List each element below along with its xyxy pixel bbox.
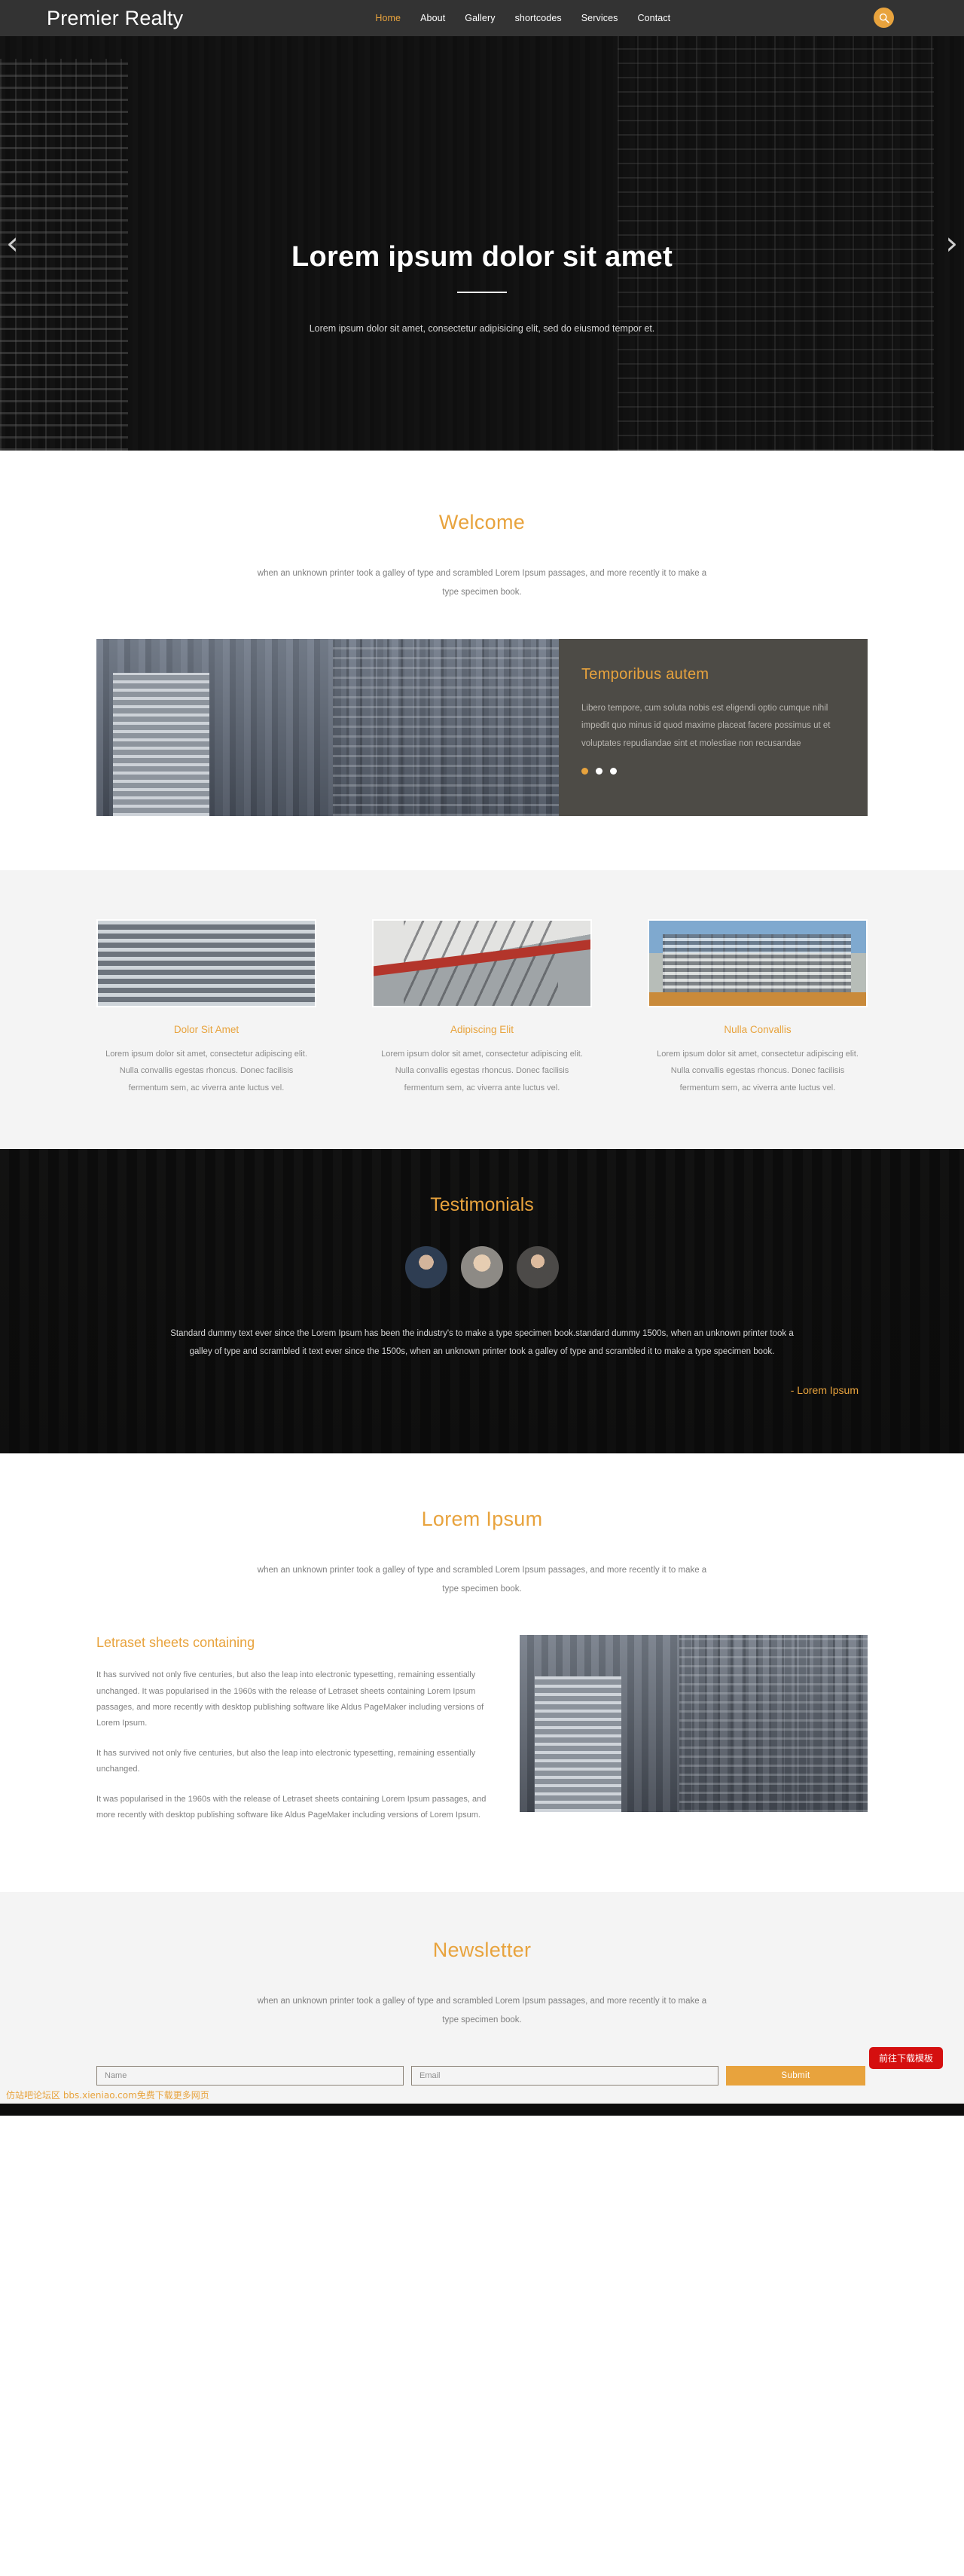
testimonial-avatars: [0, 1246, 964, 1289]
lorem-lead: when an unknown printer took a galley of…: [257, 1565, 707, 1594]
testimonials-section: Testimonials Standard dummy text ever si…: [0, 1149, 964, 1453]
nav-item-shortcodes[interactable]: shortcodes: [515, 13, 562, 23]
newsletter-section: Newsletter when an unknown printer took …: [0, 1891, 964, 2104]
welcome-section: Welcome when an unknown printer took a g…: [0, 451, 964, 603]
hero-subtitle: Lorem ipsum dolor sit amet, consectetur …: [309, 323, 655, 334]
hero-slider: ‹ › Lorem ipsum dolor sit amet Lorem ips…: [0, 36, 964, 451]
card-item[interactable]: Nulla Convallis Lorem ipsum dolor sit am…: [648, 918, 868, 1097]
testimonial-author: - Lorem Ipsum: [790, 1383, 859, 1396]
newsletter-lead: when an unknown printer took a galley of…: [257, 1996, 707, 2024]
card-item[interactable]: Adipiscing Elit Lorem ipsum dolor sit am…: [372, 918, 592, 1097]
newsletter-email-input[interactable]: [411, 2066, 718, 2086]
feature-panel-body: Temporibus autem Libero tempore, cum sol…: [559, 638, 868, 816]
brand-logo[interactable]: Premier Realty: [47, 7, 183, 30]
nav-item-services[interactable]: Services: [581, 13, 618, 23]
card-title: Nulla Convallis: [724, 1023, 792, 1035]
feature-panel-dots: [581, 768, 842, 775]
card-text: Lorem ipsum dolor sit amet, consectetur …: [381, 1049, 583, 1092]
hero-title: Lorem ipsum dolor sit amet: [291, 241, 673, 273]
card-text: Lorem ipsum dolor sit amet, consectetur …: [105, 1049, 307, 1092]
letraset-image: [520, 1635, 868, 1813]
card-title: Adipiscing Elit: [450, 1023, 514, 1035]
lorem-title: Lorem Ipsum: [421, 1507, 543, 1530]
hero-divider: [457, 292, 507, 293]
carousel-dot-2[interactable]: [596, 768, 602, 775]
nav-item-home[interactable]: Home: [375, 13, 401, 23]
letraset-title: Letraset sheets containing: [96, 1635, 255, 1651]
carousel-dot-3[interactable]: [610, 768, 617, 775]
letraset-text-column: Letraset sheets containing It has surviv…: [96, 1635, 488, 1838]
lorem-section: Lorem Ipsum when an unknown printer took…: [0, 1453, 964, 1892]
nav-item-gallery[interactable]: Gallery: [465, 13, 495, 23]
slider-prev-arrow-icon[interactable]: ‹: [6, 228, 19, 259]
card-title: Dolor Sit Amet: [173, 1023, 239, 1035]
letraset-row: Letraset sheets containing It has surviv…: [96, 1635, 868, 1892]
card-image: [372, 918, 592, 1007]
avatar-woman-dark-hair[interactable]: [517, 1246, 559, 1289]
site-header: Premier Realty Home About Gallery shortc…: [0, 0, 964, 36]
avatar-woman-blonde[interactable]: [461, 1246, 503, 1289]
letraset-paragraph: It has survived not only five centuries,…: [96, 1670, 484, 1728]
card-image: [648, 918, 868, 1007]
feature-panel-text: Libero tempore, cum soluta nobis est eli…: [581, 703, 831, 748]
newsletter-submit-button[interactable]: Submit: [726, 2066, 865, 2086]
letraset-paragraph: It was popularised in the 1960s with the…: [96, 1794, 487, 1820]
main-navigation: Home About Gallery shortcodes Services C…: [375, 13, 670, 23]
hero-content: Lorem ipsum dolor sit amet Lorem ipsum d…: [0, 36, 964, 338]
welcome-title: Welcome: [438, 511, 526, 533]
cards-section: Dolor Sit Amet Lorem ipsum dolor sit ame…: [0, 869, 964, 1150]
feature-panel-image: [96, 638, 559, 816]
cards-row: Dolor Sit Amet Lorem ipsum dolor sit ame…: [96, 918, 868, 1097]
slider-next-arrow-icon[interactable]: ›: [945, 228, 958, 259]
newsletter-title: Newsletter: [432, 1938, 532, 1961]
welcome-lead: when an unknown printer took a galley of…: [257, 569, 707, 597]
newsletter-form: Submit: [96, 2066, 868, 2104]
nav-item-contact[interactable]: Contact: [637, 13, 670, 23]
search-button[interactable]: [874, 8, 894, 28]
testimonials-title: Testimonials: [430, 1194, 534, 1216]
nav-item-about[interactable]: About: [420, 13, 445, 23]
testimonial-quote: Standard dummy text ever since the Lorem…: [170, 1329, 794, 1357]
card-image: [96, 918, 316, 1007]
card-text: Lorem ipsum dolor sit amet, consectetur …: [657, 1049, 859, 1092]
download-template-badge[interactable]: 前往下载模板: [868, 2047, 943, 2070]
letraset-paragraph: It has survived not only five centuries,…: [96, 1748, 476, 1774]
feature-panel: Temporibus autem Libero tempore, cum sol…: [96, 638, 868, 816]
search-icon: [879, 13, 889, 23]
carousel-dot-1[interactable]: [581, 768, 588, 775]
site-watermark: 仿站吧论坛区 bbs.xieniao.com免费下载更多网页: [6, 2090, 209, 2101]
feature-panel-title: Temporibus autem: [581, 665, 709, 683]
card-item[interactable]: Dolor Sit Amet Lorem ipsum dolor sit ame…: [96, 918, 316, 1097]
newsletter-name-input[interactable]: [96, 2066, 404, 2086]
feature-panel-wrapper: Temporibus autem Libero tempore, cum sol…: [0, 602, 964, 870]
avatar-man-beard[interactable]: [405, 1246, 447, 1289]
footer-strip: [0, 2104, 964, 2116]
